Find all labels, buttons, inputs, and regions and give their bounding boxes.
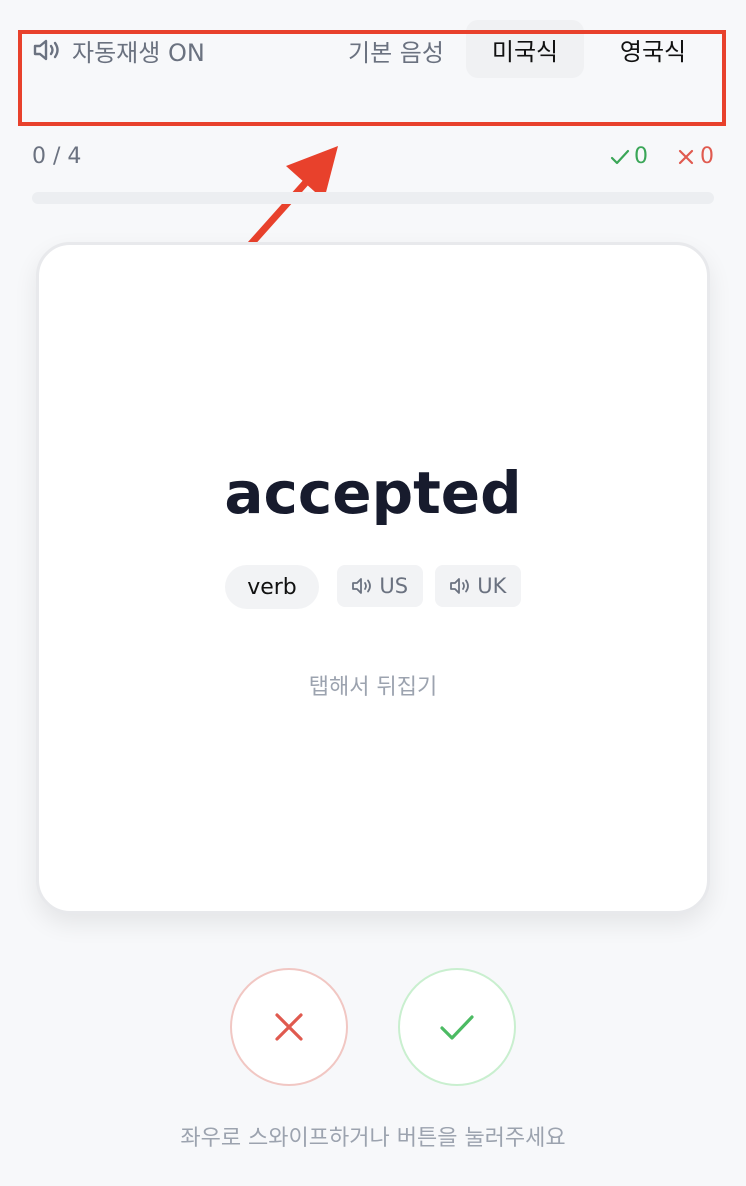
play-uk-audio-button[interactable]: UK	[434, 565, 521, 607]
know-button[interactable]	[398, 968, 516, 1086]
card-word: accepted	[224, 459, 522, 527]
x-icon	[678, 149, 694, 164]
card-chips: verb US UK	[39, 565, 707, 609]
dont-know-button[interactable]	[230, 968, 348, 1086]
uk-audio-label: UK	[477, 574, 507, 598]
progress-count: 0 / 4	[32, 144, 82, 169]
voice-option-uk[interactable]: 영국식	[594, 20, 712, 78]
autoplay-toggle[interactable]: 자동재생 ON	[32, 30, 205, 70]
speaker-icon	[450, 578, 470, 594]
flashcard[interactable]: accepted verb US UK 탭해서 뒤집기	[36, 242, 710, 914]
progress-bar	[32, 192, 714, 204]
wrong-score: 0	[676, 144, 714, 169]
autoplay-label: 자동재생 ON	[72, 38, 205, 67]
speaker-icon	[352, 578, 372, 594]
part-of-speech-badge: verb	[225, 565, 319, 609]
x-icon	[275, 1013, 303, 1041]
play-us-audio-button[interactable]: US	[336, 565, 423, 607]
check-icon	[610, 149, 630, 164]
wrong-count: 0	[700, 144, 714, 169]
voice-option-us[interactable]: 미국식	[466, 20, 584, 78]
voice-label: 기본 음성	[348, 38, 444, 67]
flip-hint: 탭해서 뒤집기	[308, 675, 438, 700]
correct-score: 0	[610, 144, 648, 169]
progress-row: 0 / 4 0 0	[32, 140, 714, 176]
swipe-hint: 좌우로 스와이프하거나 버튼을 눌러주세요	[180, 1126, 566, 1151]
check-icon	[440, 1015, 474, 1040]
score-summary: 0 0	[610, 144, 714, 169]
speaker-icon	[32, 37, 64, 63]
us-audio-label: US	[379, 574, 409, 598]
correct-count: 0	[634, 144, 648, 169]
